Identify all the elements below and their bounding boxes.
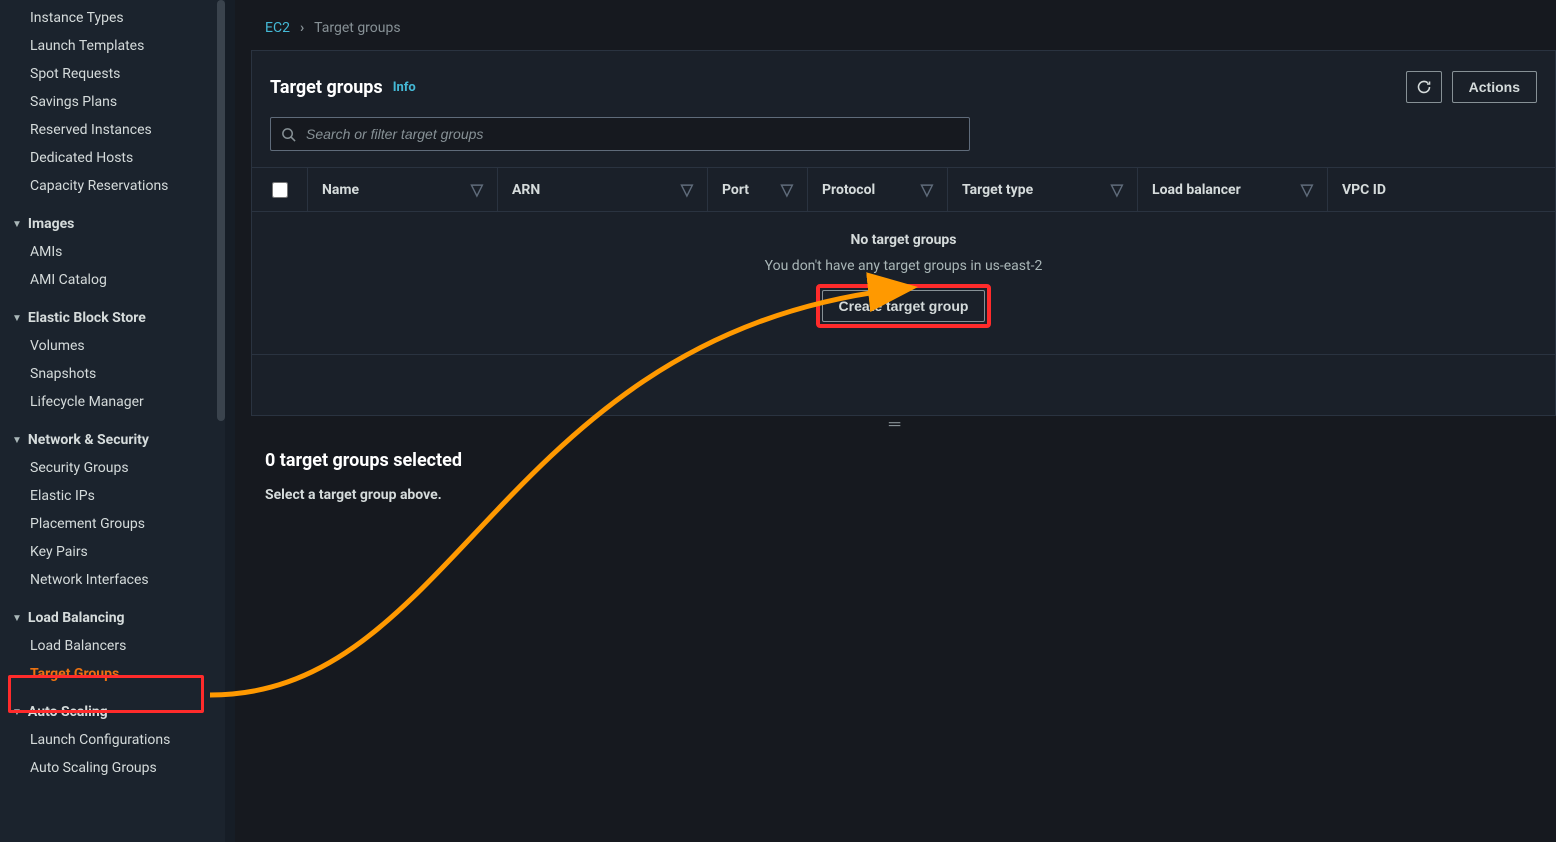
caret-down-icon: ▼ [12, 435, 22, 446]
sidebar: Instance Types Launch Templates Spot Req… [0, 0, 225, 842]
sort-icon: ▽ [781, 185, 793, 195]
refresh-button[interactable] [1406, 71, 1442, 103]
sidebar-group-label: Elastic Block Store [28, 310, 146, 326]
create-target-group-button[interactable]: Create target group [822, 290, 986, 322]
empty-title: No target groups [851, 232, 957, 248]
sidebar-group-network-security[interactable]: ▼ Network & Security [0, 426, 225, 454]
target-groups-table: Name▽ ARN▽ Port▽ Protocol▽ Target type▽ … [252, 167, 1555, 355]
sidebar-item-placement-groups[interactable]: Placement Groups [0, 510, 225, 538]
caret-down-icon: ▼ [12, 219, 22, 230]
sidebar-group-label: Images [28, 216, 74, 232]
empty-state: No target groups You don't have any targ… [252, 212, 1555, 355]
sidebar-item-snapshots[interactable]: Snapshots [0, 360, 225, 388]
column-label: VPC ID [1342, 182, 1386, 198]
sidebar-group-images[interactable]: ▼ Images [0, 210, 225, 238]
sidebar-item-elastic-ips[interactable]: Elastic IPs [0, 482, 225, 510]
sidebar-item-dedicated-hosts[interactable]: Dedicated Hosts [0, 144, 225, 172]
column-header-port[interactable]: Port ▽ [708, 168, 808, 211]
caret-down-icon: ▼ [12, 707, 22, 718]
target-groups-panel: Target groups Info Actions [251, 50, 1556, 416]
sort-icon: ▽ [1111, 185, 1123, 195]
sort-icon: ▽ [1301, 185, 1313, 195]
column-header-protocol[interactable]: Protocol ▽ [808, 168, 948, 211]
column-label: Target type [962, 182, 1033, 198]
sidebar-item-launch-templates[interactable]: Launch Templates [0, 32, 225, 60]
sidebar-item-key-pairs[interactable]: Key Pairs [0, 538, 225, 566]
select-all-checkbox[interactable] [272, 182, 288, 198]
sidebar-item-security-groups[interactable]: Security Groups [0, 454, 225, 482]
sidebar-item-lifecycle-manager[interactable]: Lifecycle Manager [0, 388, 225, 416]
actions-button[interactable]: Actions [1452, 71, 1537, 103]
panel-title: Target groups [270, 77, 383, 98]
refresh-icon [1416, 79, 1432, 95]
sidebar-item-capacity-reservations[interactable]: Capacity Reservations [0, 172, 225, 200]
search-input[interactable] [306, 126, 959, 142]
sidebar-group-auto-scaling[interactable]: ▼ Auto Scaling [0, 698, 225, 726]
caret-down-icon: ▼ [12, 313, 22, 324]
sidebar-group-load-balancing[interactable]: ▼ Load Balancing [0, 604, 225, 632]
sidebar-item-load-balancers[interactable]: Load Balancers [0, 632, 225, 660]
breadcrumb: EC2 › Target groups [235, 0, 1556, 50]
pane-splitter[interactable]: ═ [235, 416, 1556, 432]
column-header-vpc-id[interactable]: VPC ID [1328, 168, 1555, 211]
sidebar-item-volumes[interactable]: Volumes [0, 332, 225, 360]
select-all-checkbox-cell [252, 168, 308, 211]
column-label: Protocol [822, 182, 875, 198]
sidebar-group-label: Network & Security [28, 432, 149, 448]
sidebar-group-ebs[interactable]: ▼ Elastic Block Store [0, 304, 225, 332]
sort-icon: ▽ [921, 185, 933, 195]
breadcrumb-current: Target groups [314, 20, 400, 36]
main-content: EC2 › Target groups Target groups Info A… [235, 0, 1556, 842]
sort-icon: ▽ [681, 185, 693, 195]
sidebar-item-ami-catalog[interactable]: AMI Catalog [0, 266, 225, 294]
column-header-name[interactable]: Name ▽ [308, 168, 498, 211]
sidebar-item-auto-scaling-groups[interactable]: Auto Scaling Groups [0, 754, 225, 782]
create-button-label: Create target group [839, 298, 969, 314]
caret-down-icon: ▼ [12, 613, 22, 624]
detail-title: 0 target groups selected [265, 450, 1526, 471]
sidebar-group-label: Load Balancing [28, 610, 125, 626]
sidebar-item-savings-plans[interactable]: Savings Plans [0, 88, 225, 116]
column-label: Load balancer [1152, 182, 1241, 198]
actions-button-label: Actions [1469, 79, 1520, 95]
sidebar-item-target-groups[interactable]: Target Groups [0, 660, 225, 688]
sidebar-item-instance-types[interactable]: Instance Types [0, 4, 225, 32]
sidebar-item-amis[interactable]: AMIs [0, 238, 225, 266]
breadcrumb-root[interactable]: EC2 [265, 20, 290, 36]
sidebar-scrollbar[interactable] [217, 0, 225, 421]
sidebar-item-launch-configurations[interactable]: Launch Configurations [0, 726, 225, 754]
detail-message: Select a target group above. [265, 487, 1526, 503]
sidebar-item-network-interfaces[interactable]: Network Interfaces [0, 566, 225, 594]
column-header-target-type[interactable]: Target type ▽ [948, 168, 1138, 211]
empty-subtitle: You don't have any target groups in us-e… [765, 258, 1043, 274]
chevron-right-icon: › [300, 20, 304, 36]
detail-panel: 0 target groups selected Select a target… [235, 432, 1556, 521]
column-label: ARN [512, 182, 540, 198]
column-header-load-balancer[interactable]: Load balancer ▽ [1138, 168, 1328, 211]
sort-icon: ▽ [471, 185, 483, 195]
info-link[interactable]: Info [393, 80, 416, 95]
search-box[interactable] [270, 117, 970, 151]
table-header-row: Name▽ ARN▽ Port▽ Protocol▽ Target type▽ … [252, 168, 1555, 212]
search-icon [281, 127, 296, 142]
column-header-arn[interactable]: ARN ▽ [498, 168, 708, 211]
column-label: Port [722, 182, 749, 198]
sidebar-item-reserved-instances[interactable]: Reserved Instances [0, 116, 225, 144]
sidebar-item-spot-requests[interactable]: Spot Requests [0, 60, 225, 88]
sidebar-group-label: Auto Scaling [28, 704, 108, 720]
column-label: Name [322, 182, 359, 198]
